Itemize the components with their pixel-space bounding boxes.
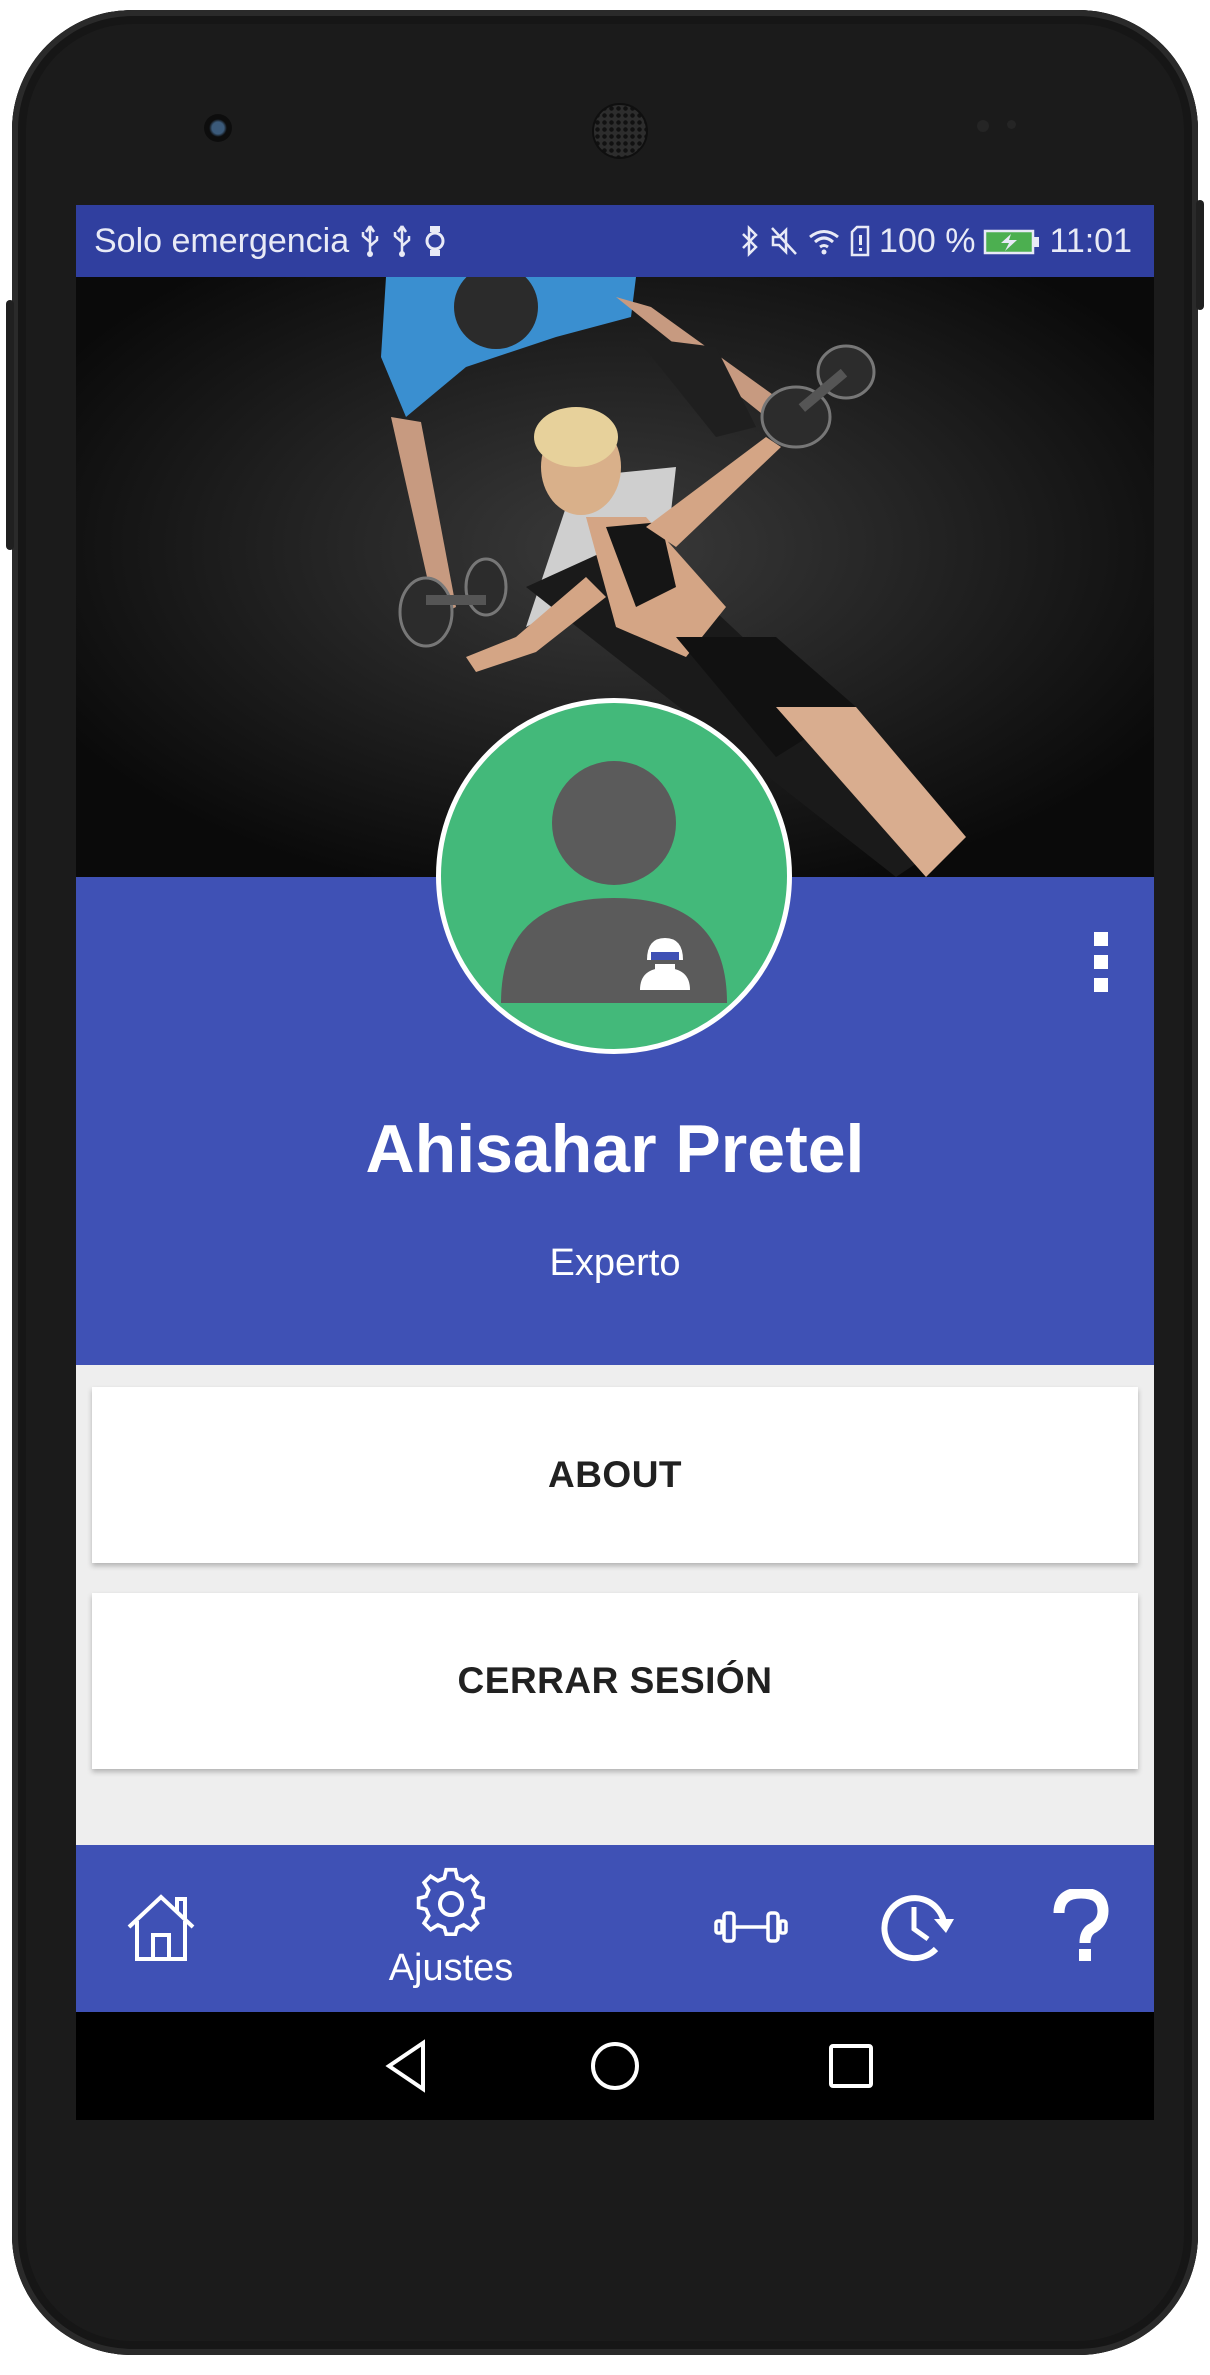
history-icon: [878, 1889, 954, 1969]
recents-icon[interactable]: [821, 2036, 881, 2096]
settings-content: ABOUT CERRAR SESIÓN: [76, 1365, 1154, 1845]
more-vert-icon[interactable]: [1076, 925, 1126, 999]
clock: 11:01: [1049, 221, 1132, 260]
proximity-sensor: [977, 120, 989, 132]
about-button[interactable]: ABOUT: [92, 1387, 1138, 1563]
profile-name: Ahisahar Pretel: [365, 1111, 865, 1187]
bluetooth-icon: [739, 224, 761, 258]
nav-history[interactable]: [856, 1845, 976, 2012]
light-sensor: [1007, 120, 1016, 129]
watch-icon: [423, 224, 447, 258]
back-icon[interactable]: [376, 2036, 436, 2096]
volume-button: [6, 300, 14, 550]
gear-icon: [414, 1867, 488, 1945]
usb-icon: [359, 224, 381, 258]
home-icon: [123, 1889, 199, 1969]
front-camera: [204, 114, 232, 142]
help-icon: [1051, 1886, 1111, 1969]
system-navigation-bar: [76, 2012, 1154, 2120]
battery-charging-icon: [983, 224, 1041, 258]
nav-workouts[interactable]: [696, 1845, 806, 2012]
status-bar: Solo emergencia 100 % 11:01: [76, 205, 1154, 277]
user-avatar[interactable]: [436, 698, 792, 1054]
home-circle-icon[interactable]: [585, 2036, 645, 2096]
dumbbell-icon: [714, 1907, 788, 1951]
screen: Solo emergencia 100 % 11:01 Ahisahar Pre…: [76, 205, 1154, 2120]
bottom-navigation: Ajustes: [76, 1845, 1154, 2012]
earpiece-speaker: [592, 103, 648, 159]
sd-card-icon: [849, 224, 871, 258]
nav-home[interactable]: [96, 1845, 226, 2012]
logout-button[interactable]: CERRAR SESIÓN: [92, 1593, 1138, 1769]
profile-role: Experto: [549, 1242, 681, 1284]
nav-help[interactable]: [1026, 1845, 1136, 2012]
phone-frame: Solo emergencia 100 % 11:01 Ahisahar Pre…: [6, 10, 1204, 2355]
battery-percent: 100 %: [879, 221, 976, 260]
wifi-icon: [807, 224, 841, 258]
nav-settings[interactable]: Ajustes: [366, 1845, 536, 2012]
account-icon[interactable]: [628, 925, 702, 999]
power-button: [1196, 200, 1204, 310]
usb-icon: [391, 224, 413, 258]
nav-settings-label: Ajustes: [388, 1947, 514, 1989]
mute-icon: [769, 224, 799, 258]
carrier-text: Solo emergencia: [94, 221, 350, 260]
